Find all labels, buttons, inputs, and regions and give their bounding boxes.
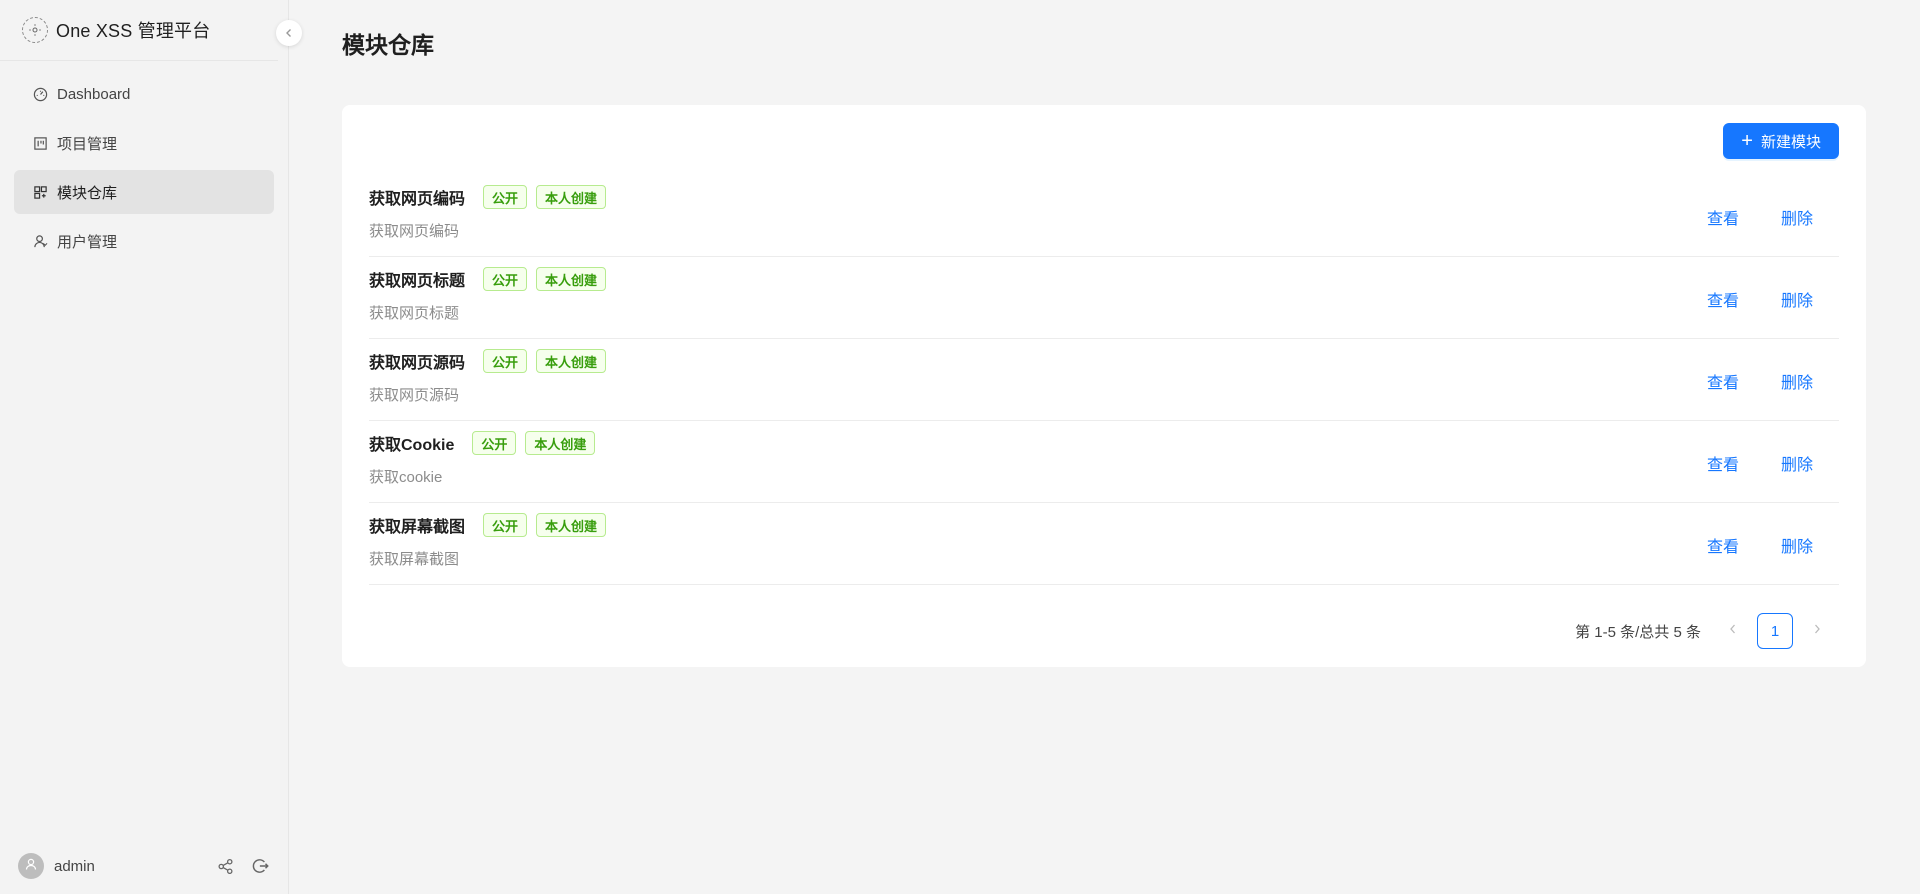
delete-link[interactable]: 删除 xyxy=(1781,451,1813,475)
module-description: 获取网页标题 xyxy=(369,305,460,322)
app-title: One XSS 管理平台 xyxy=(56,21,211,41)
tag-public: 公开 xyxy=(472,431,517,455)
sidebar-footer: admin xyxy=(0,838,289,894)
module-description: 获取cookie xyxy=(369,469,443,486)
module-list-card: + 新建模块 获取网页编码 公开 本人创建 获取网页编码 查看 删除 获取网页标… xyxy=(342,105,1866,667)
module-description: 获取网页编码 xyxy=(369,223,460,240)
brand: One XSS 管理平台 xyxy=(0,0,278,61)
chevron-left-icon xyxy=(284,25,294,41)
tag-public: 公开 xyxy=(483,513,528,537)
tag-public: 公开 xyxy=(483,267,528,291)
chevron-right-icon xyxy=(1812,622,1822,639)
dashboard-icon xyxy=(32,86,48,102)
sidebar-item-users[interactable]: 用户管理 xyxy=(14,219,274,263)
next-page-button[interactable] xyxy=(1805,622,1829,640)
module-list: 获取网页编码 公开 本人创建 获取网页编码 查看 删除 获取网页标题 公开 本人… xyxy=(369,175,1839,585)
view-link[interactable]: 查看 xyxy=(1707,451,1739,475)
module-title: 获取Cookie xyxy=(369,437,455,454)
tag-public: 公开 xyxy=(483,185,528,209)
list-item: 获取屏幕截图 公开 本人创建 获取屏幕截图 查看 删除 xyxy=(369,503,1839,585)
main-content: 模块仓库 + 新建模块 获取网页编码 公开 本人创建 获取网页编码 查看 删除 xyxy=(290,0,1920,894)
tag-owner: 本人创建 xyxy=(536,513,607,537)
list-item: 获取网页标题 公开 本人创建 获取网页标题 查看 删除 xyxy=(369,257,1839,339)
collapse-sidebar-button[interactable] xyxy=(276,20,302,46)
sidebar-item-projects[interactable]: 项目管理 xyxy=(14,121,274,165)
sidebar-item-dashboard[interactable]: Dashboard xyxy=(14,72,274,116)
tag-owner: 本人创建 xyxy=(536,349,607,373)
user-management-icon xyxy=(32,233,48,249)
prev-page-button[interactable] xyxy=(1721,622,1745,640)
user-icon xyxy=(24,857,38,876)
tag-owner: 本人创建 xyxy=(536,267,607,291)
tag-owner: 本人创建 xyxy=(536,185,607,209)
view-link[interactable]: 查看 xyxy=(1707,369,1739,393)
appstore-icon xyxy=(32,184,48,200)
tag-public: 公开 xyxy=(483,349,528,373)
module-description: 获取屏幕截图 xyxy=(369,551,460,568)
username: admin xyxy=(54,857,95,875)
module-title: 获取网页标题 xyxy=(369,273,466,290)
plus-icon: + xyxy=(1741,130,1753,152)
logout-icon[interactable] xyxy=(251,856,271,876)
view-link[interactable]: 查看 xyxy=(1707,533,1739,557)
tag-owner: 本人创建 xyxy=(525,431,596,455)
module-description: 获取网页源码 xyxy=(369,387,460,404)
page-number-current[interactable]: 1 xyxy=(1757,613,1793,649)
list-item: 获取Cookie 公开 本人创建 获取cookie 查看 删除 xyxy=(369,421,1839,503)
module-title: 获取屏幕截图 xyxy=(369,519,466,536)
project-icon xyxy=(32,135,48,151)
sidebar-item-label: 用户管理 xyxy=(57,233,118,251)
list-item: 获取网页源码 公开 本人创建 获取网页源码 查看 删除 xyxy=(369,339,1839,421)
app-logo-icon xyxy=(22,17,48,43)
list-item: 获取网页编码 公开 本人创建 获取网页编码 查看 删除 xyxy=(369,175,1839,257)
delete-link[interactable]: 删除 xyxy=(1781,369,1813,393)
module-title: 获取网页源码 xyxy=(369,355,466,372)
sidebar-menu: Dashboard 项目管理 模块仓库 用户管理 xyxy=(0,61,288,263)
module-title: 获取网页编码 xyxy=(369,191,466,208)
page-title: 模块仓库 xyxy=(342,32,434,58)
view-link[interactable]: 查看 xyxy=(1707,287,1739,311)
sidebar: One XSS 管理平台 Dashboard 项目管理 模块仓库 用户管理 ad… xyxy=(0,0,302,894)
delete-link[interactable]: 删除 xyxy=(1781,287,1813,311)
new-module-button[interactable]: + 新建模块 xyxy=(1723,123,1839,159)
pagination-summary: 第 1-5 条/总共 5 条 xyxy=(1575,623,1701,641)
sidebar-item-label: Dashboard xyxy=(57,85,131,103)
sidebar-item-label: 模块仓库 xyxy=(57,184,118,202)
new-module-label: 新建模块 xyxy=(1760,133,1821,151)
avatar[interactable] xyxy=(18,853,44,879)
chevron-left-icon xyxy=(1728,622,1738,639)
share-icon[interactable] xyxy=(215,856,235,876)
delete-link[interactable]: 删除 xyxy=(1781,533,1813,557)
sidebar-item-label: 项目管理 xyxy=(57,135,118,153)
view-link[interactable]: 查看 xyxy=(1707,205,1739,229)
delete-link[interactable]: 删除 xyxy=(1781,205,1813,229)
pagination: 第 1-5 条/总共 5 条 1 xyxy=(1575,613,1829,649)
sidebar-item-modules[interactable]: 模块仓库 xyxy=(14,170,274,214)
